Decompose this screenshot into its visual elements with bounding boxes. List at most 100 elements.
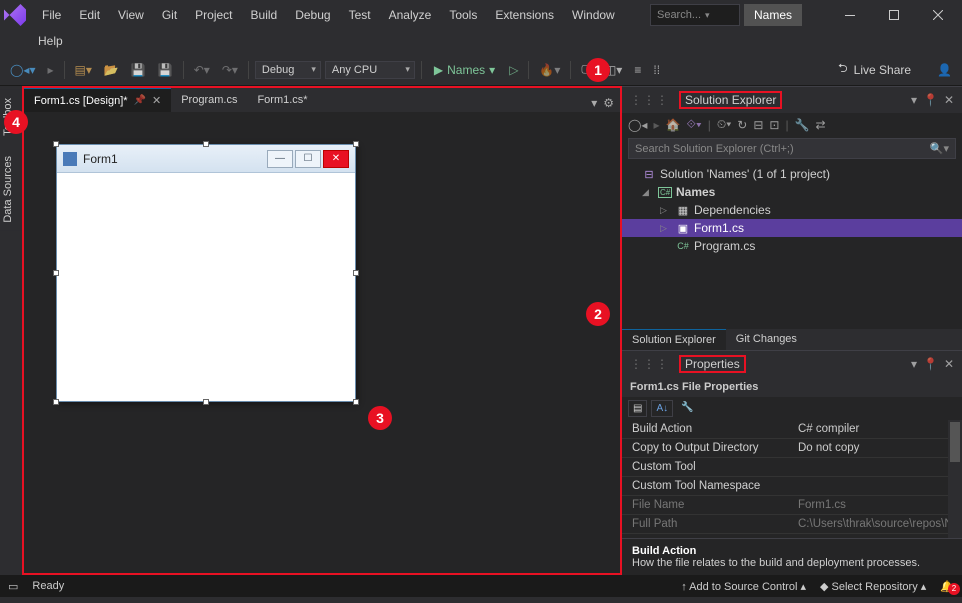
grip-icon[interactable]: ⋮⋮⋮ <box>630 357 669 371</box>
solution-search[interactable]: Search Solution Explorer (Ctrl+;) 🔍▾ <box>628 138 956 159</box>
show-all-icon[interactable]: ⊡ <box>769 118 779 132</box>
alphabetical-icon[interactable]: A↓ <box>651 400 673 417</box>
tab-program[interactable]: Program.cs <box>171 88 247 112</box>
tab-overflow-icon[interactable]: ▾ <box>591 96 597 110</box>
expander-icon[interactable]: ▷ <box>660 223 672 234</box>
select-repository[interactable]: ◆ Select Repository ▴ <box>820 580 926 593</box>
property-row[interactable]: Custom Tool <box>622 458 962 477</box>
switch-views-icon[interactable]: ⟐▾ <box>686 117 701 132</box>
panel-dropdown-icon[interactable]: ▾ <box>911 93 917 107</box>
resize-handle[interactable] <box>53 141 59 147</box>
menu-file[interactable]: File <box>34 4 69 26</box>
start-nodebug-button[interactable]: ▷ <box>505 61 522 79</box>
scrollbar[interactable] <box>948 420 962 538</box>
tab-order-icon[interactable]: ⁞⁞ <box>649 61 664 79</box>
pending-changes-icon[interactable]: ⏲▾ <box>717 117 731 132</box>
resize-handle[interactable] <box>203 141 209 147</box>
config-dropdown[interactable]: Debug <box>255 61 321 79</box>
menu-git[interactable]: Git <box>154 4 185 26</box>
resize-handle[interactable] <box>53 399 59 405</box>
expander-icon[interactable]: ▷ <box>660 205 672 216</box>
resize-handle[interactable] <box>203 399 209 405</box>
prop-value[interactable]: Do not copy <box>792 439 962 457</box>
properties-grid[interactable]: Build ActionC# compilerCopy to Output Di… <box>622 420 962 534</box>
winform-preview[interactable]: Form1 — ☐ ✕ <box>56 144 356 402</box>
nav-back-button[interactable]: ◯◂▾ <box>6 61 39 79</box>
hot-reload-icon[interactable]: 🔥▾ <box>535 61 564 79</box>
menu-window[interactable]: Window <box>564 4 623 26</box>
menu-view[interactable]: View <box>110 4 152 26</box>
property-row[interactable]: File NameForm1.cs <box>622 496 962 515</box>
dependencies-node[interactable]: ▷▦Dependencies <box>622 201 962 219</box>
git-changes-tab[interactable]: Git Changes <box>726 329 807 350</box>
categorized-icon[interactable]: ▤ <box>628 400 647 417</box>
scroll-thumb[interactable] <box>950 422 960 462</box>
close-button[interactable] <box>918 2 958 28</box>
solution-explorer-tab[interactable]: Solution Explorer <box>622 329 726 350</box>
account-icon[interactable]: 👤 <box>933 61 956 79</box>
platform-dropdown[interactable]: Any CPU <box>325 61 415 79</box>
save-button[interactable]: 💾 <box>127 61 150 79</box>
menu-tools[interactable]: Tools <box>441 4 485 26</box>
search-box[interactable]: Search...▾ <box>650 4 740 26</box>
new-project-button[interactable]: ▤▾ <box>71 61 96 79</box>
properties-icon[interactable]: 🔧 <box>795 118 810 132</box>
back-icon[interactable]: ◯◂ <box>628 118 647 132</box>
prop-value[interactable]: Form1.cs <box>792 496 962 514</box>
start-debug-button[interactable]: ▶ Names ▾ <box>428 61 501 79</box>
tab-settings-icon[interactable]: ⚙ <box>603 96 614 110</box>
project-node[interactable]: ◢C#Names <box>622 183 962 201</box>
property-row[interactable]: Full PathC:\Users\thrak\source\repos\N <box>622 515 962 534</box>
resize-handle[interactable] <box>353 141 359 147</box>
open-file-button[interactable]: 📂 <box>100 61 123 79</box>
preview-icon[interactable]: ⇄ <box>816 118 826 132</box>
property-row[interactable]: Build ActionC# compiler <box>622 420 962 439</box>
designer-surface[interactable]: Form1 — ☐ ✕ <box>24 112 620 573</box>
save-all-button[interactable]: 💾 <box>154 61 177 79</box>
menu-analyze[interactable]: Analyze <box>381 4 440 26</box>
home-icon[interactable]: 🏠 <box>665 118 680 132</box>
undo-button[interactable]: ↶▾ <box>190 61 214 79</box>
minimize-button[interactable] <box>830 2 870 28</box>
tab-form1-design[interactable]: Form1.cs [Design]*📌✕ <box>24 88 171 112</box>
live-share-button[interactable]: ⮌Live Share <box>830 57 919 82</box>
close-tab-icon[interactable]: ✕ <box>152 94 161 107</box>
solution-node[interactable]: ⊟Solution 'Names' (1 of 1 project) <box>622 165 962 183</box>
menu-edit[interactable]: Edit <box>71 4 108 26</box>
property-row[interactable]: Copy to Output DirectoryDo not copy <box>622 439 962 458</box>
menu-debug[interactable]: Debug <box>287 4 338 26</box>
menu-test[interactable]: Test <box>341 4 379 26</box>
redo-button[interactable]: ↷▾ <box>218 61 242 79</box>
collapse-all-icon[interactable]: ⊟ <box>753 118 763 132</box>
property-row[interactable]: Custom Tool Namespace <box>622 477 962 496</box>
prop-value[interactable] <box>792 477 962 495</box>
grip-icon[interactable]: ⋮⋮⋮ <box>630 93 669 107</box>
add-source-control[interactable]: ↑ Add to Source Control ▴ <box>681 580 806 593</box>
panel-dropdown-icon[interactable]: ▾ <box>911 357 917 371</box>
resize-handle[interactable] <box>353 270 359 276</box>
sync-icon[interactable]: ↻ <box>737 118 747 132</box>
menu-build[interactable]: Build <box>243 4 286 26</box>
align-icon[interactable]: ≡ <box>630 61 645 79</box>
data-sources-tab[interactable]: Data Sources <box>0 148 22 231</box>
program-node[interactable]: C#Program.cs <box>622 237 962 255</box>
tab-form1[interactable]: Form1.cs* <box>247 88 317 112</box>
maximize-button[interactable] <box>874 2 914 28</box>
pin-icon[interactable]: 📍 <box>923 357 938 371</box>
resize-handle[interactable] <box>53 270 59 276</box>
expander-icon[interactable]: ◢ <box>642 187 654 198</box>
menu-extensions[interactable]: Extensions <box>487 4 562 26</box>
resize-handle[interactable] <box>353 399 359 405</box>
menu-help[interactable]: Help <box>30 30 71 52</box>
form1-node[interactable]: ▷▣Form1.cs <box>622 219 962 237</box>
notifications-icon[interactable]: 🔔2 <box>940 580 954 593</box>
nav-fwd-button[interactable]: ▸ <box>43 61 57 79</box>
close-panel-icon[interactable]: ✕ <box>944 357 954 371</box>
prop-value[interactable]: C# compiler <box>792 420 962 438</box>
pin-icon[interactable]: 📌 <box>134 95 146 106</box>
prop-value[interactable]: C:\Users\thrak\source\repos\N <box>792 515 962 533</box>
pin-icon[interactable]: 📍 <box>923 93 938 107</box>
prop-value[interactable] <box>792 458 962 476</box>
wrench-icon[interactable]: 🔧 <box>677 400 697 417</box>
fwd-icon[interactable]: ▸ <box>653 118 659 132</box>
